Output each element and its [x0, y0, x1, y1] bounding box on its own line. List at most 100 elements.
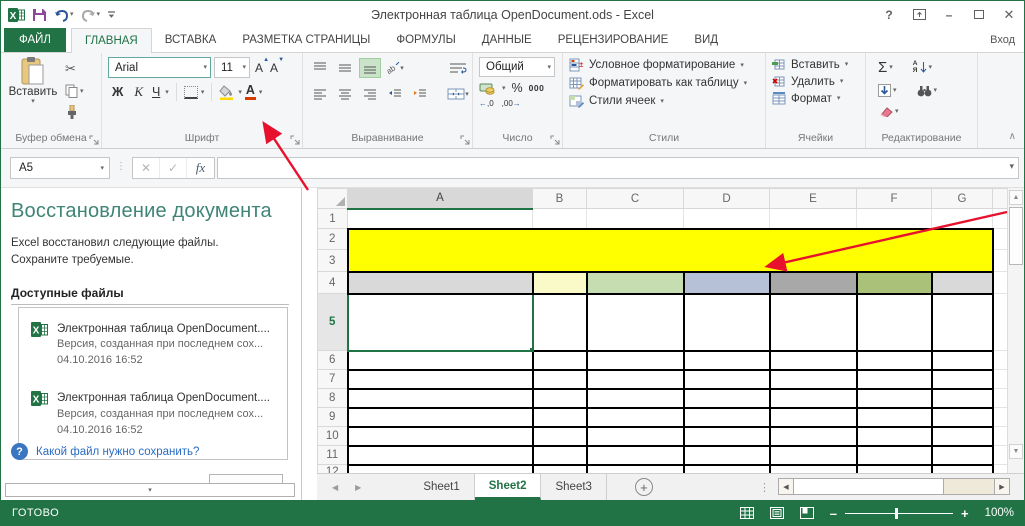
increase-decimal-button[interactable]: ←←,0,0 [479, 99, 494, 108]
vertical-scroll-thumb[interactable] [1009, 207, 1023, 265]
column-header-D[interactable]: D [683, 188, 770, 209]
page-layout-view-button[interactable] [769, 507, 784, 519]
font-name-select[interactable]: Arial ▾ [108, 57, 211, 78]
cell-C1[interactable] [586, 208, 684, 229]
cell-A4[interactable] [346, 270, 534, 295]
recovered-file-item[interactable]: X Электронная таблица OpenDocument.... В… [31, 321, 283, 370]
collapse-ribbon-button[interactable]: ∧ [1009, 131, 1016, 142]
cell-E9[interactable] [768, 406, 858, 428]
cell-F1[interactable] [856, 208, 932, 229]
spreadsheet[interactable]: A B C D E F G 1 2 3 4 5 6 7 8 9 10 11 12 [317, 188, 1008, 473]
cell-D1[interactable] [683, 208, 770, 229]
clear-button[interactable]: ▾ [874, 104, 903, 119]
cell-E6[interactable] [768, 349, 858, 371]
cell-A8[interactable] [346, 387, 534, 409]
sheet-tab-sheet2[interactable]: Sheet2 [474, 474, 542, 500]
row-header-9[interactable]: 9 [317, 407, 348, 427]
clipboard-dialog-launcher[interactable] [89, 134, 99, 145]
cell-C11[interactable] [585, 444, 685, 466]
cell-F5[interactable] [855, 292, 933, 352]
zoom-percentage[interactable]: 100% [985, 507, 1014, 519]
column-header-A[interactable]: A [347, 188, 533, 210]
tab-formulas[interactable]: ФОРМУЛЫ [383, 28, 468, 52]
alignment-dialog-launcher[interactable] [460, 134, 470, 145]
formula-input[interactable] [218, 158, 1018, 178]
cell-D4[interactable] [682, 270, 771, 295]
tab-home[interactable]: ГЛАВНАЯ [70, 28, 152, 53]
tab-file[interactable]: ФАЙЛ [4, 28, 66, 52]
cell-C10[interactable] [585, 425, 685, 447]
prev-sheet-icon[interactable]: ◀ [332, 483, 338, 492]
cell-E4[interactable] [768, 270, 858, 295]
format-as-table-button[interactable]: Форматировать как таблицу ▾ [569, 76, 747, 90]
select-all-corner[interactable] [317, 188, 348, 209]
recovered-file-item[interactable]: X Электронная таблица OpenDocument.... В… [31, 390, 283, 439]
sort-filter-button[interactable]: АЯ ▾ [909, 59, 936, 77]
cell-A5[interactable] [346, 292, 534, 352]
borders-button[interactable] [183, 85, 198, 99]
tab-data[interactable]: ДАННЫЕ [469, 28, 545, 52]
cell-G1[interactable] [931, 208, 993, 229]
cell-A3[interactable] [346, 249, 533, 273]
horizontal-scrollbar[interactable]: ◀ ▶ [778, 478, 1010, 495]
undo-dropdown-icon[interactable]: ▾ [70, 11, 74, 18]
cell-F8[interactable] [855, 387, 933, 409]
horizontal-scroll-thumb[interactable] [794, 479, 944, 494]
orientation-button[interactable]: ab ▾ [384, 58, 406, 78]
accounting-format-button[interactable] [479, 82, 496, 95]
cell-B4[interactable] [531, 270, 588, 295]
customize-qat-button[interactable] [107, 9, 116, 21]
row-header-6[interactable]: 6 [317, 350, 348, 370]
zoom-slider-thumb[interactable] [894, 507, 898, 519]
cell-G7[interactable] [930, 368, 994, 390]
format-cells-button[interactable]: Формат ▾ [772, 92, 848, 105]
cell-D12[interactable] [682, 463, 771, 473]
cell-C2[interactable] [586, 227, 684, 250]
row-header-7[interactable]: 7 [317, 369, 348, 389]
cell-D10[interactable] [682, 425, 771, 447]
number-dialog-launcher[interactable] [550, 134, 560, 145]
ribbon-display-options-button[interactable] [904, 3, 934, 27]
row-header-4[interactable]: 4 [317, 271, 348, 294]
decrease-indent-button[interactable] [384, 84, 406, 104]
cell-G9[interactable] [930, 406, 994, 428]
cell-F2[interactable] [856, 227, 932, 250]
cell-F9[interactable] [855, 406, 933, 428]
borders-dropdown-icon[interactable]: ▾ [201, 89, 205, 96]
cell-F7[interactable] [855, 368, 933, 390]
italic-button[interactable]: К [130, 84, 147, 100]
close-button[interactable]: ✕ [994, 3, 1024, 27]
tab-review[interactable]: РЕЦЕНЗИРОВАНИЕ [545, 28, 682, 52]
cell-G11[interactable] [930, 444, 994, 466]
row-header-1[interactable]: 1 [317, 208, 348, 229]
sign-in-link[interactable]: Вход [990, 28, 1015, 52]
align-middle-button[interactable] [334, 58, 356, 78]
align-top-button[interactable] [309, 58, 331, 78]
font-color-dropdown-icon[interactable]: ▾ [259, 89, 263, 96]
row-header-3[interactable]: 3 [317, 249, 348, 272]
cell-A6[interactable] [346, 349, 534, 371]
cell-F12[interactable] [855, 463, 933, 473]
recovery-pane-scrollbar[interactable]: ▾ [5, 483, 295, 497]
cell-E11[interactable] [768, 444, 858, 466]
which-file-to-save-link[interactable]: Какой файл нужно сохранить? [36, 446, 199, 458]
cell-D2[interactable] [683, 227, 770, 250]
redo-button[interactable]: ▾ [81, 8, 100, 22]
decrease-font-size-button[interactable]: A ▼ [270, 57, 284, 75]
cell-A1[interactable] [347, 208, 533, 229]
cell-E7[interactable] [768, 368, 858, 390]
next-sheet-icon[interactable]: ▶ [355, 483, 361, 492]
column-header-F[interactable]: F [856, 188, 932, 209]
align-center-button[interactable] [334, 84, 356, 104]
insert-function-button[interactable]: fx [187, 158, 214, 178]
cell-A12[interactable] [346, 463, 534, 473]
find-select-button[interactable]: ▾ [913, 83, 942, 99]
cell-A2[interactable] [346, 227, 533, 250]
fill-color-button[interactable] [219, 84, 235, 100]
cell-E8[interactable] [768, 387, 858, 409]
increase-indent-button[interactable] [409, 84, 431, 104]
comma-style-button[interactable]: 000 [529, 83, 545, 93]
cell-F6[interactable] [855, 349, 933, 371]
column-header-B[interactable]: B [532, 188, 587, 209]
copy-button[interactable]: ▾ [61, 82, 88, 100]
